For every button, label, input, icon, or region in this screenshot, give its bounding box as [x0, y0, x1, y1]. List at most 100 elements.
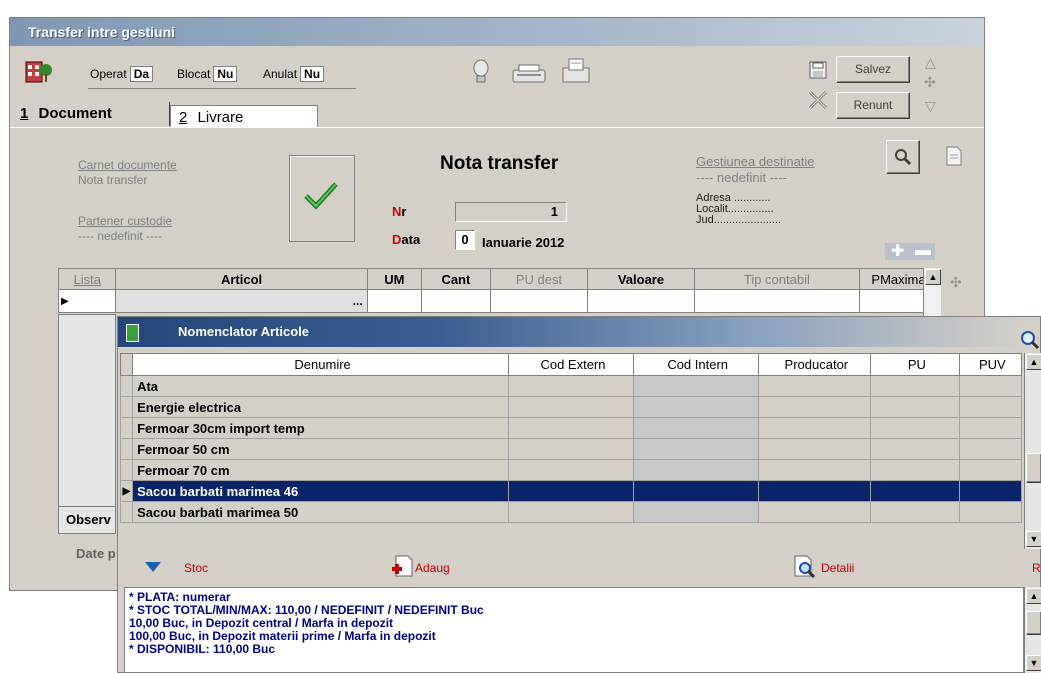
grid-move-icon[interactable]: ✣ — [950, 274, 962, 291]
move-icon[interactable]: ✣ — [924, 74, 936, 91]
row-marker: ▶ — [57, 289, 117, 313]
building-icon[interactable] — [24, 56, 52, 84]
data-label: Data — [392, 232, 421, 247]
tab-livrare[interactable]: 2 Livrare — [170, 105, 318, 128]
hdr-denumire[interactable]: Denumire — [132, 353, 510, 376]
col-cant[interactable]: Cant — [421, 268, 491, 290]
tab-document[interactable]: 1 Document — [10, 102, 170, 126]
flag-blocat: Blocat Nu — [177, 66, 238, 82]
document-icon[interactable] — [946, 146, 962, 169]
info-scroll-up[interactable]: ▲ — [1026, 588, 1041, 604]
col-articol[interactable]: Articol — [115, 268, 368, 290]
row-current-marker: ▶ — [119, 480, 134, 502]
row-name[interactable]: Fermoar 50 cm — [132, 438, 510, 460]
table-row[interactable]: Energie electrica — [119, 396, 1023, 418]
popup-title-bar: Nomenclator Articole — [118, 317, 1026, 347]
printer-icon[interactable] — [511, 62, 547, 89]
minus-icon[interactable]: ▬ — [915, 242, 931, 260]
lightbulb-icon[interactable] — [471, 58, 491, 89]
data-day-field[interactable]: 0 — [455, 230, 475, 250]
jud: Jud...................... — [696, 214, 781, 226]
row-name[interactable]: Fermoar 30cm import temp — [132, 417, 510, 439]
popup-table-scrollbar[interactable]: ▲ ▼ — [1024, 353, 1041, 549]
arrow-up-icon[interactable]: △ — [925, 54, 936, 71]
col-valoare[interactable]: Valoare — [587, 268, 695, 290]
popup-app-icon — [126, 324, 139, 342]
date-label: Date p — [76, 546, 116, 561]
close-x-icon[interactable] — [807, 89, 829, 114]
row-name[interactable]: Sacou barbati marimea 46 — [132, 480, 510, 502]
check-icon — [304, 180, 338, 213]
tab-line — [10, 127, 984, 128]
scroll-down-button[interactable]: ▼ — [1026, 531, 1041, 547]
flag-blocat-value: Nu — [213, 66, 238, 82]
table-row[interactable]: Fermoar 30cm import temp — [119, 417, 1023, 439]
hdr-puv[interactable]: PUV — [958, 353, 1023, 376]
row-um[interactable] — [366, 289, 423, 313]
table-row[interactable]: Fermoar 70 cm — [119, 459, 1023, 481]
popup-title: Nomenclator Articole — [178, 324, 309, 339]
gestiune-label[interactable]: Gestiunea destinatie — [696, 154, 815, 169]
hdr-marker — [119, 353, 134, 376]
details-icon — [792, 555, 816, 582]
table-row[interactable]: Fermoar 50 cm — [119, 438, 1023, 460]
col-pu-dest[interactable]: PU dest — [489, 268, 589, 290]
cancel-button[interactable]: Renunt — [836, 92, 910, 119]
row-name[interactable]: Fermoar 70 cm — [132, 459, 510, 481]
nomenclator-popup: Nomenclator Articole Denumire Cod Extern… — [117, 316, 1041, 673]
info-scrollbar[interactable]: ▲ ▼ — [1024, 587, 1041, 673]
table-row[interactable]: Sacou barbati marimea 50 — [119, 501, 1023, 523]
info-scroll-thumb[interactable] — [1026, 611, 1041, 635]
flag-anulat-value: Nu — [300, 66, 325, 82]
info-scroll-down[interactable]: ▼ — [1026, 655, 1041, 671]
hdr-cod-intern[interactable]: Cod Intern — [632, 353, 759, 376]
search-gestiune-button[interactable] — [886, 140, 920, 174]
magnifier-icon — [895, 149, 912, 166]
r-button[interactable]: R — [1032, 561, 1041, 575]
carnet-value: Nota transfer — [78, 173, 148, 187]
info-disponibil: * DISPONIBIL: 110,00 Buc — [129, 642, 276, 656]
carnet-label[interactable]: Carnet documente — [78, 158, 177, 172]
row-tip-contabil[interactable] — [693, 289, 860, 313]
flag-anulat: Anulat Nu — [263, 66, 325, 82]
row-name[interactable]: Energie electrica — [132, 396, 510, 418]
adresa-block: Adresa ............ Localit.............… — [696, 193, 781, 226]
adaug-button[interactable]: Adaug — [415, 561, 450, 575]
table-row-selected[interactable]: ▶ Sacou barbati marimea 46 — [119, 480, 1023, 502]
row-pu-dest[interactable] — [489, 289, 589, 313]
row-cant[interactable] — [421, 289, 491, 313]
obs-label: Observ — [58, 506, 116, 532]
partener-value: ---- nedefinit ---- — [78, 229, 163, 243]
row-articol[interactable]: ... — [115, 289, 368, 313]
scroll-up-button[interactable]: ▲ — [1026, 354, 1041, 370]
hdr-pu[interactable]: PU — [870, 353, 960, 376]
arrow-down-icon[interactable]: ▽ — [925, 98, 936, 115]
articles-grid: Lista Articol UM Cant PU dest Valoare Ti… — [57, 268, 942, 313]
col-um[interactable]: UM — [366, 268, 423, 290]
data-month-year[interactable]: Ianuarie 2012 — [482, 235, 564, 250]
flag-operat-value: Da — [129, 66, 154, 82]
nr-field[interactable]: 1 — [455, 202, 567, 222]
popup-toolbar: Stoc Adaug Detalii R — [118, 551, 1041, 585]
col-tip-contabil[interactable]: Tip contabil — [693, 268, 860, 290]
save-button[interactable]: Salvez — [836, 56, 910, 83]
grid-scroll-up[interactable]: ▲ — [925, 269, 941, 285]
floppy-icon[interactable] — [809, 61, 827, 82]
validate-box[interactable] — [289, 155, 355, 242]
row-name[interactable]: Ata — [132, 375, 510, 397]
plus-minus-panel: ✚ ▬ — [885, 241, 935, 261]
row-valoare[interactable] — [587, 289, 695, 313]
hdr-cod-extern[interactable]: Cod Extern — [508, 353, 634, 376]
detalii-button[interactable]: Detalii — [821, 561, 854, 575]
nr-label: Nr — [392, 204, 407, 219]
row-name[interactable]: Sacou barbati marimea 50 — [132, 501, 510, 523]
stoc-button[interactable]: Stoc — [184, 561, 208, 575]
col-lista[interactable]: Lista — [57, 268, 117, 290]
fax-icon[interactable] — [560, 56, 592, 89]
partener-label[interactable]: Partener custodie — [78, 214, 172, 228]
plus-icon[interactable]: ✚ — [891, 241, 904, 261]
scroll-thumb[interactable] — [1026, 453, 1041, 483]
hdr-producator[interactable]: Producator — [757, 353, 872, 376]
table-row[interactable]: Ata — [119, 375, 1023, 397]
popup-search-icon[interactable] — [1019, 329, 1041, 354]
